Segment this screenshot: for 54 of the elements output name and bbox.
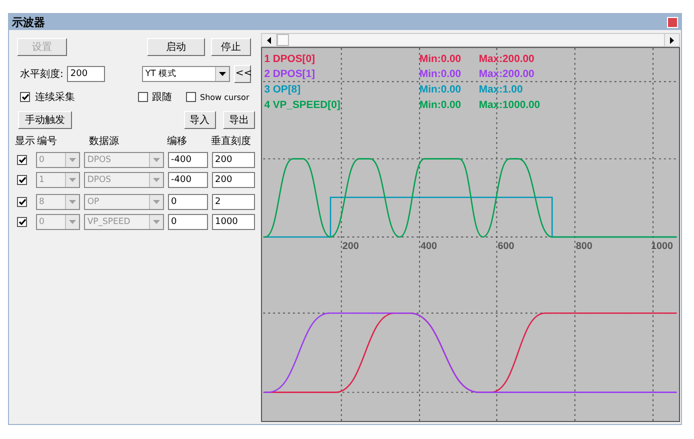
trace-label: 4 VP_SPEED[0]	[264, 100, 340, 111]
column-header: 编号	[37, 134, 58, 148]
caret-icon	[69, 178, 76, 182]
continuous-checkbox[interactable]	[20, 92, 30, 102]
manual-trigger-button[interactable]: 手动触发	[18, 111, 72, 129]
caret-icon	[153, 200, 160, 204]
caret-icon	[153, 220, 160, 224]
import-button[interactable]: 导入	[184, 111, 216, 129]
continuous-label: 连续采集	[35, 90, 75, 104]
follow-checkbox[interactable]	[138, 92, 148, 102]
trace-label: 2 DPOS[1]	[264, 69, 315, 80]
x-tick-label: 1000	[651, 240, 674, 252]
trace-min: Min:0.00	[420, 84, 462, 96]
right-arrow-icon	[670, 36, 674, 44]
x-tick-label: 800	[576, 240, 592, 252]
caret-icon	[219, 72, 226, 76]
left-arrow-icon	[267, 36, 271, 44]
caret-icon	[153, 158, 160, 162]
x-tick-label: 600	[498, 240, 514, 252]
trace-max: Max:200.00	[478, 69, 534, 80]
scroll-thumb[interactable]	[277, 34, 289, 46]
trace-label: 3 OP[8]	[264, 84, 301, 96]
trace-min: Min:0.00	[420, 69, 462, 80]
column-header: 显示	[15, 135, 36, 148]
caret-icon	[69, 200, 76, 204]
close-button[interactable]	[667, 16, 678, 28]
column-header: 数据源	[89, 135, 120, 148]
trace-max: Max:1.00	[478, 84, 523, 96]
stop-button[interactable]: 停止	[211, 38, 251, 56]
export-button[interactable]: 导出	[222, 111, 255, 129]
trace-max: Max:1000.00	[478, 100, 540, 111]
caret-icon	[69, 158, 76, 162]
show-cursor-checkbox[interactable]	[186, 92, 196, 102]
column-header: 垂直刻度	[211, 134, 252, 148]
trace-label: 1 DPOS[0]	[264, 54, 315, 65]
follow-label: 跟随	[152, 91, 172, 104]
window-title: 示波器	[12, 14, 45, 30]
collapse-button[interactable]: <<	[234, 64, 252, 82]
horizontal-scale-field[interactable]: 200	[67, 66, 106, 82]
column-header: 编移	[167, 134, 188, 148]
scroll-right-button[interactable]	[664, 34, 679, 46]
caret-icon	[153, 178, 160, 182]
mode-dropdown[interactable]: YT 模式	[142, 66, 230, 82]
horizontal-scale-label: 水平刻度:	[20, 68, 64, 80]
x-tick-label: 400	[420, 240, 438, 252]
trace-max: Max:200.00	[478, 54, 534, 65]
scroll-left-button[interactable]	[262, 34, 277, 46]
caret-icon	[69, 220, 76, 224]
x-tick-label: 200	[342, 240, 359, 252]
show-cursor-label: Show cursor	[200, 92, 250, 102]
trace-min: Min:0.00	[420, 54, 462, 65]
trace-min: Min:0.00	[420, 100, 462, 111]
start-button[interactable]: 启动	[147, 38, 205, 56]
horizontal-scrollbar[interactable]	[261, 33, 680, 47]
